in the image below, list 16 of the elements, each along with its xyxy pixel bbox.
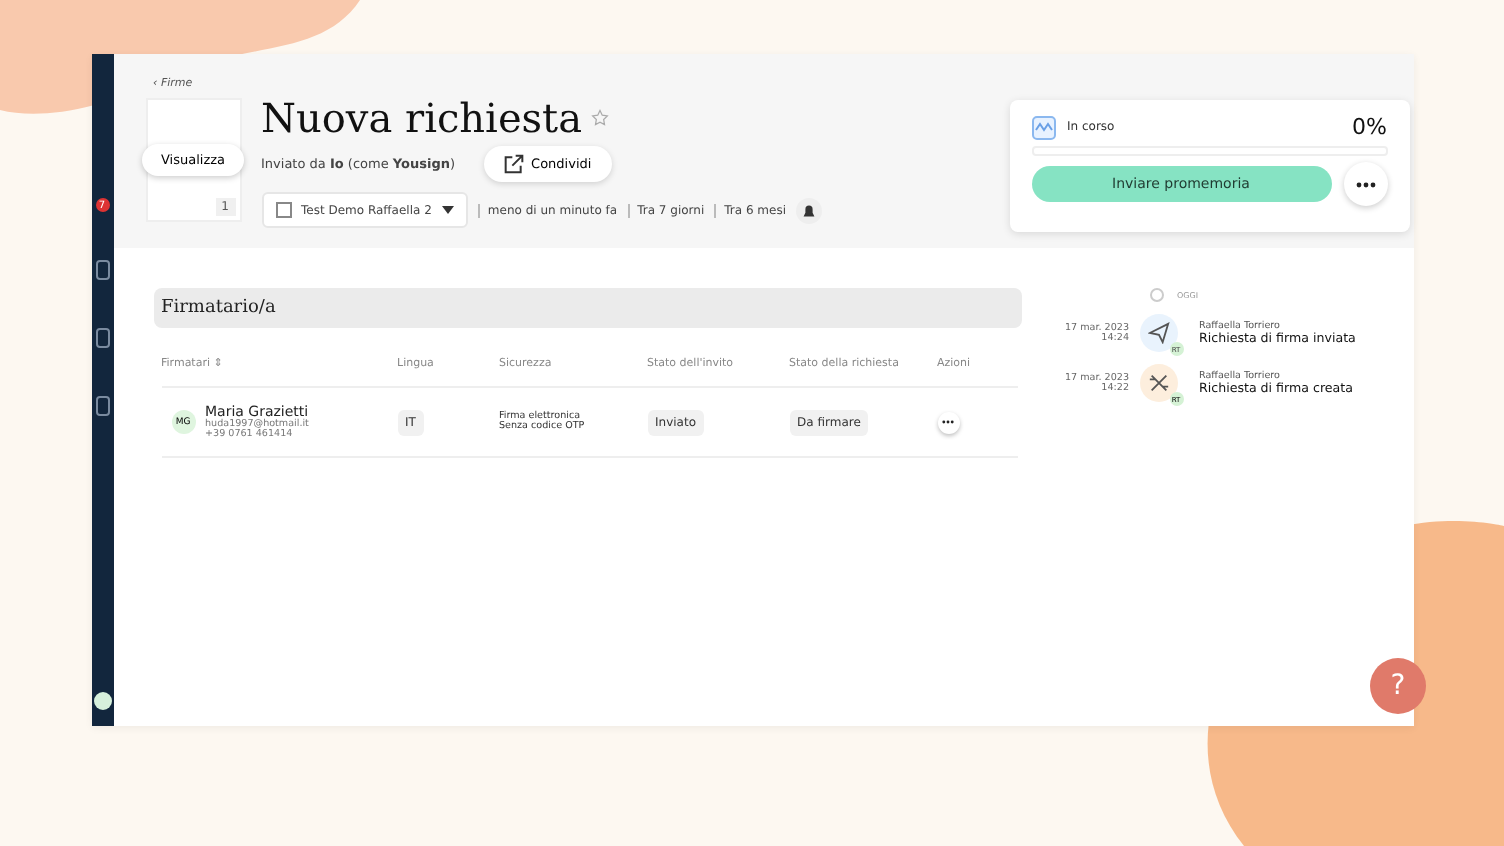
more-button[interactable] [1343,162,1387,206]
sidebar-icon[interactable] [95,328,109,348]
progress-percent: 0% [1352,114,1387,140]
page-title: Nuova richiesta [261,94,582,142]
timeline-dot [1149,288,1163,302]
section-header: Firmatario/a [153,288,1021,328]
bell-icon[interactable] [796,197,823,223]
star-icon[interactable] [590,108,610,128]
sidebar-icon[interactable] [95,260,109,280]
sidebar-icon[interactable] [95,396,109,416]
actions-button[interactable] [937,411,959,433]
avatar[interactable] [93,692,111,710]
status-icon [1031,115,1055,139]
share-icon [503,154,524,174]
caret-icon [441,206,454,214]
ellipsis-icon [1355,181,1375,187]
